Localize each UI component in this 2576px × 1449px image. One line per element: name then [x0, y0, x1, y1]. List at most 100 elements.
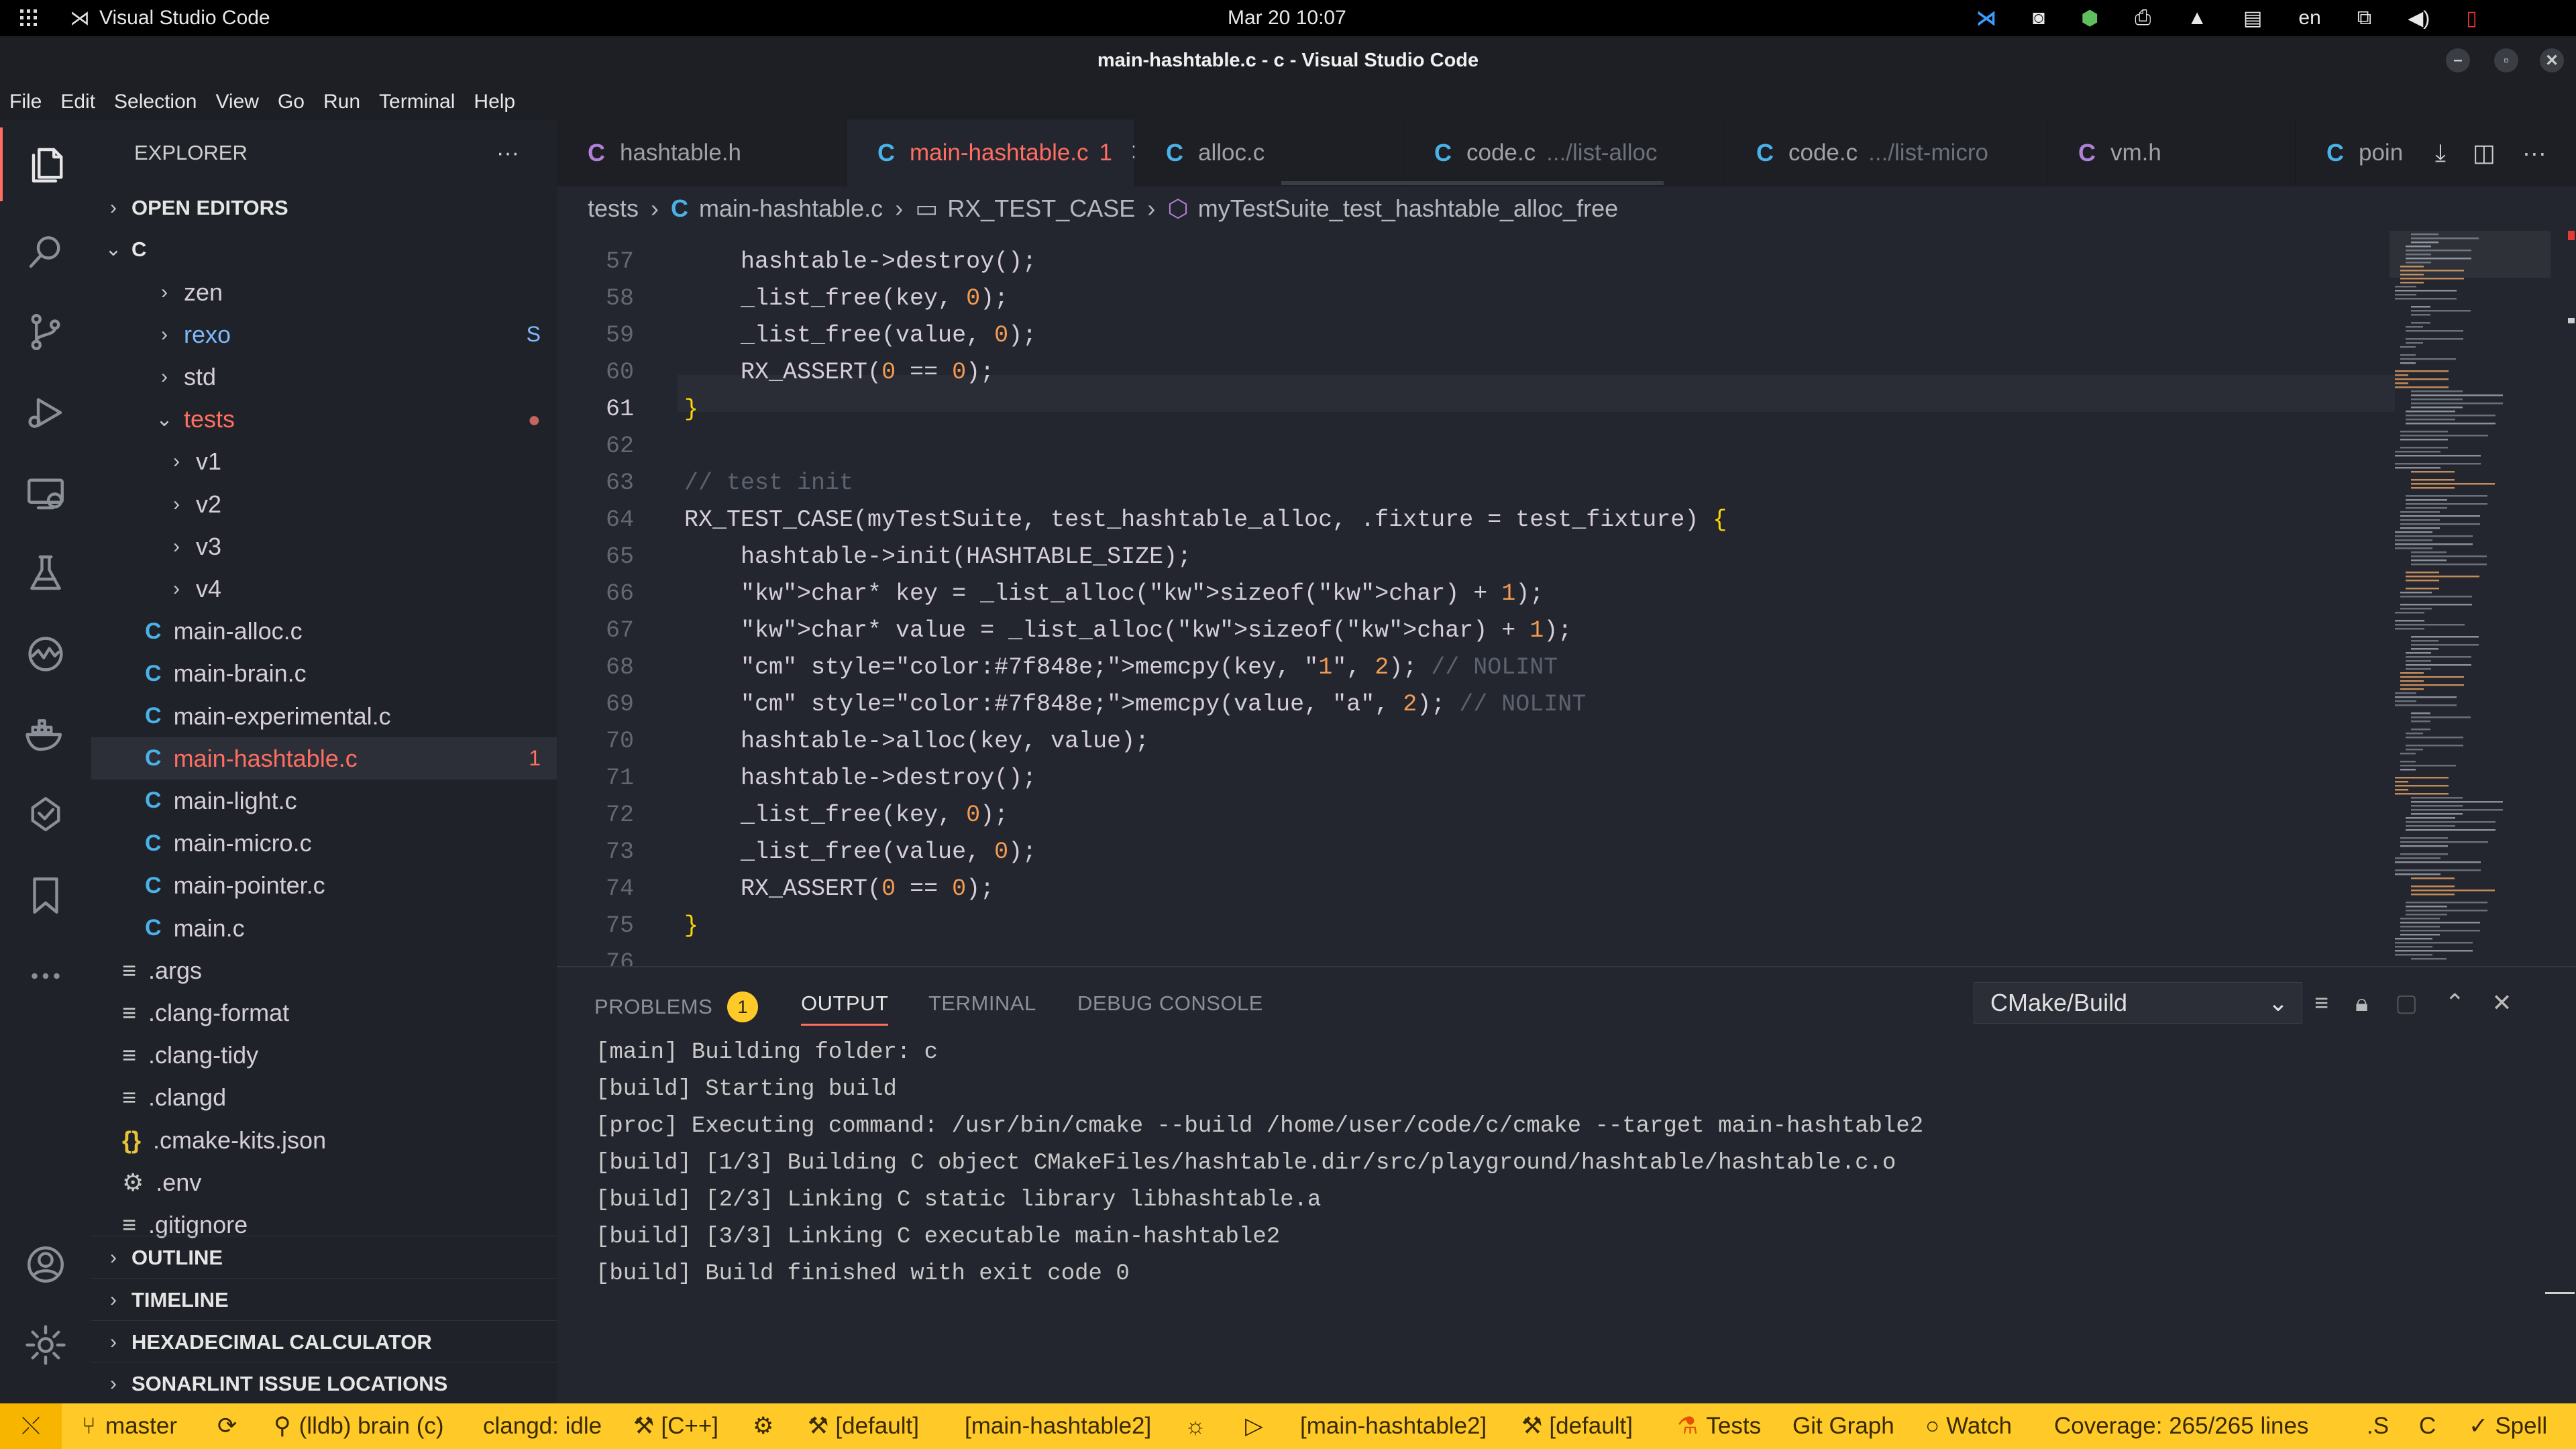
code-line[interactable]: }: [684, 396, 698, 423]
hex-calculator-section[interactable]: › HEXADECIMAL CALCULATOR: [91, 1320, 557, 1363]
network-icon[interactable]: ⧉: [2357, 7, 2371, 30]
cmake-run-icon[interactable]: ▷: [1245, 1403, 1263, 1449]
tests-status[interactable]: ⚗ Tests: [1677, 1403, 1761, 1449]
code-line[interactable]: "cm" style="color:#7f848e;">memcpy(value…: [684, 691, 1586, 718]
close-panel-icon[interactable]: ✕: [2491, 989, 2512, 1017]
tab-active[interactable]: Cmain-hashtable.c 1 ✕: [847, 119, 1135, 186]
editor-more-icon[interactable]: ···: [2522, 139, 2546, 167]
code-line[interactable]: RX_TEST_CASE(myTestSuite, test_hashtable…: [684, 506, 1727, 533]
cmake-build-target[interactable]: [main-hashtable2]: [965, 1403, 1151, 1449]
apps-grid-icon[interactable]: [19, 8, 39, 28]
tree-item[interactable]: ≡ .args: [91, 949, 557, 991]
lock-scroll-icon[interactable]: 🔒︎: [2355, 989, 2368, 1018]
explorer-more-icon[interactable]: ···: [496, 119, 519, 186]
git-graph-status[interactable]: Git Graph: [1792, 1403, 1894, 1449]
timeline-section[interactable]: › TIMELINE: [91, 1278, 557, 1321]
sonarlint-section[interactable]: › SONARLINT ISSUE LOCATIONS: [91, 1362, 557, 1405]
tree-item[interactable]: ≡ .clang-tidy: [91, 1034, 557, 1077]
run-debug-icon[interactable]: [0, 376, 91, 449]
code-line[interactable]: RX_ASSERT(0 == 0);: [684, 875, 994, 902]
tree-item[interactable]: Cmain-light.c: [91, 780, 557, 822]
tab[interactable]: Ccode.c .../list-alloc: [1403, 119, 1725, 186]
remote-explorer-icon[interactable]: [0, 456, 91, 530]
search-icon[interactable]: [0, 215, 91, 288]
tab-terminal[interactable]: TERMINAL: [928, 991, 1036, 1016]
root-folder-c[interactable]: ⌄ C: [91, 228, 557, 270]
tree-item[interactable]: Cmain-micro.c: [91, 822, 557, 865]
code-line[interactable]: _list_free(key, 0);: [684, 802, 1008, 828]
editor-scrollbar[interactable]: [2567, 231, 2576, 966]
testing-icon[interactable]: [0, 537, 91, 610]
code-line[interactable]: _list_free(value, 0);: [684, 322, 1036, 349]
tree-item[interactable]: › std: [91, 356, 557, 398]
split-editor-icon[interactable]: ◫: [2473, 139, 2496, 167]
language-mode-status[interactable]: C: [2419, 1403, 2436, 1449]
tree-item[interactable]: Cmain-experimental.c: [91, 695, 557, 737]
breadcrumb-file[interactable]: main-hashtable.c: [699, 195, 883, 223]
remote-indicator-icon[interactable]: ⤬: [0, 1403, 62, 1449]
tree-item[interactable]: Cmain-alloc.c: [91, 610, 557, 653]
spell-status[interactable]: ✓ Spell: [2469, 1403, 2547, 1449]
source-control-icon[interactable]: [0, 295, 91, 369]
code-line[interactable]: hashtable->destroy();: [684, 765, 1036, 792]
tree-item[interactable]: ≡ .clang-format: [91, 991, 557, 1034]
cmake-kit2-status[interactable]: ⚒ [default]: [1521, 1403, 1633, 1449]
manage-gear-icon[interactable]: [0, 1308, 91, 1382]
code-line[interactable]: "kw">char* value = _list_alloc("kw">size…: [684, 617, 1572, 644]
tree-item[interactable]: Cmain-hashtable.c 1: [91, 737, 557, 780]
tree-item[interactable]: › v4: [91, 568, 557, 610]
menu-selection[interactable]: Selection: [114, 91, 197, 113]
tree-item[interactable]: Cmain-pointer.c: [91, 865, 557, 907]
menu-view[interactable]: View: [215, 91, 258, 113]
menu-terminal[interactable]: Terminal: [379, 91, 455, 113]
battery-icon[interactable]: ▯: [2466, 7, 2477, 30]
clock[interactable]: Mar 20 10:07: [1228, 0, 1346, 36]
menu-go[interactable]: Go: [278, 91, 305, 113]
code-editor[interactable]: 57 hashtable->destroy(); 58 _list_free(ke…: [557, 231, 2576, 976]
notification-icon[interactable]: ▲: [2187, 7, 2207, 30]
coverage-watch-status[interactable]: ○ Watch: [1925, 1403, 2012, 1449]
outline-section[interactable]: › OUTLINE: [91, 1236, 557, 1279]
tree-item[interactable]: ⚙ .env: [91, 1161, 557, 1203]
code-line[interactable]: _list_free(value, 0);: [684, 839, 1036, 865]
asm-status[interactable]: .S: [2367, 1403, 2389, 1449]
open-changes-icon[interactable]: ⤓: [2435, 139, 2446, 168]
cmake-kit-status[interactable]: ⚒ [default]: [808, 1403, 919, 1449]
docker-icon[interactable]: [0, 698, 91, 771]
sync-icon[interactable]: ⟳: [217, 1403, 237, 1449]
tree-item[interactable]: › rexo S: [91, 313, 557, 356]
tree-item[interactable]: Cmain.c: [91, 907, 557, 949]
printer-icon[interactable]: ⎙: [2135, 7, 2151, 30]
tab-output[interactable]: OUTPUT: [801, 991, 889, 1026]
tree-item[interactable]: Cmain-brain.c: [91, 653, 557, 695]
minimize-button[interactable]: –: [2446, 48, 2470, 72]
tabs-scrollbar[interactable]: [1281, 181, 1664, 185]
tab[interactable]: Calloc.c: [1135, 119, 1403, 186]
maximize-button[interactable]: ▫: [2494, 48, 2518, 72]
clangd-status[interactable]: clangd: idle: [483, 1403, 602, 1449]
menu-help[interactable]: Help: [474, 91, 515, 113]
shield-icon[interactable]: ⬢: [2081, 7, 2098, 30]
tab[interactable]: Chashtable.h: [557, 119, 847, 186]
tab[interactable]: Ccode.c .../list-micro: [1725, 119, 2047, 186]
breadcrumb-folder[interactable]: tests: [588, 195, 639, 223]
output-channel-select[interactable]: CMake/Build ⌄: [1974, 982, 2302, 1024]
tree-item[interactable]: › v2: [91, 483, 557, 525]
active-app[interactable]: ⋊ Visual Studio Code: [70, 0, 270, 36]
cmake-lang-status[interactable]: ⚒ [C++]: [633, 1403, 718, 1449]
open-log-icon[interactable]: ▢: [2395, 989, 2418, 1017]
cmake-launch-target[interactable]: [main-hashtable2]: [1300, 1403, 1487, 1449]
camera-icon[interactable]: ◙: [2033, 7, 2045, 30]
minimap[interactable]: [2390, 231, 2551, 966]
tree-item[interactable]: › zen: [91, 271, 557, 313]
more-views-icon[interactable]: [0, 939, 91, 1013]
bookmarks-icon[interactable]: [0, 859, 91, 932]
code-line[interactable]: // test init: [684, 470, 853, 496]
explorer-icon[interactable]: [0, 127, 94, 201]
volume-icon[interactable]: ◀): [2408, 7, 2430, 30]
breadcrumb-symbol-function[interactable]: myTestSuite_test_hashtable_alloc_free: [1198, 195, 1618, 223]
code-line[interactable]: }: [684, 912, 698, 939]
tree-item[interactable]: ≡ .clangd: [91, 1077, 557, 1119]
code-line[interactable]: hashtable->destroy();: [684, 248, 1036, 275]
clear-output-icon[interactable]: ≡: [2314, 989, 2328, 1017]
